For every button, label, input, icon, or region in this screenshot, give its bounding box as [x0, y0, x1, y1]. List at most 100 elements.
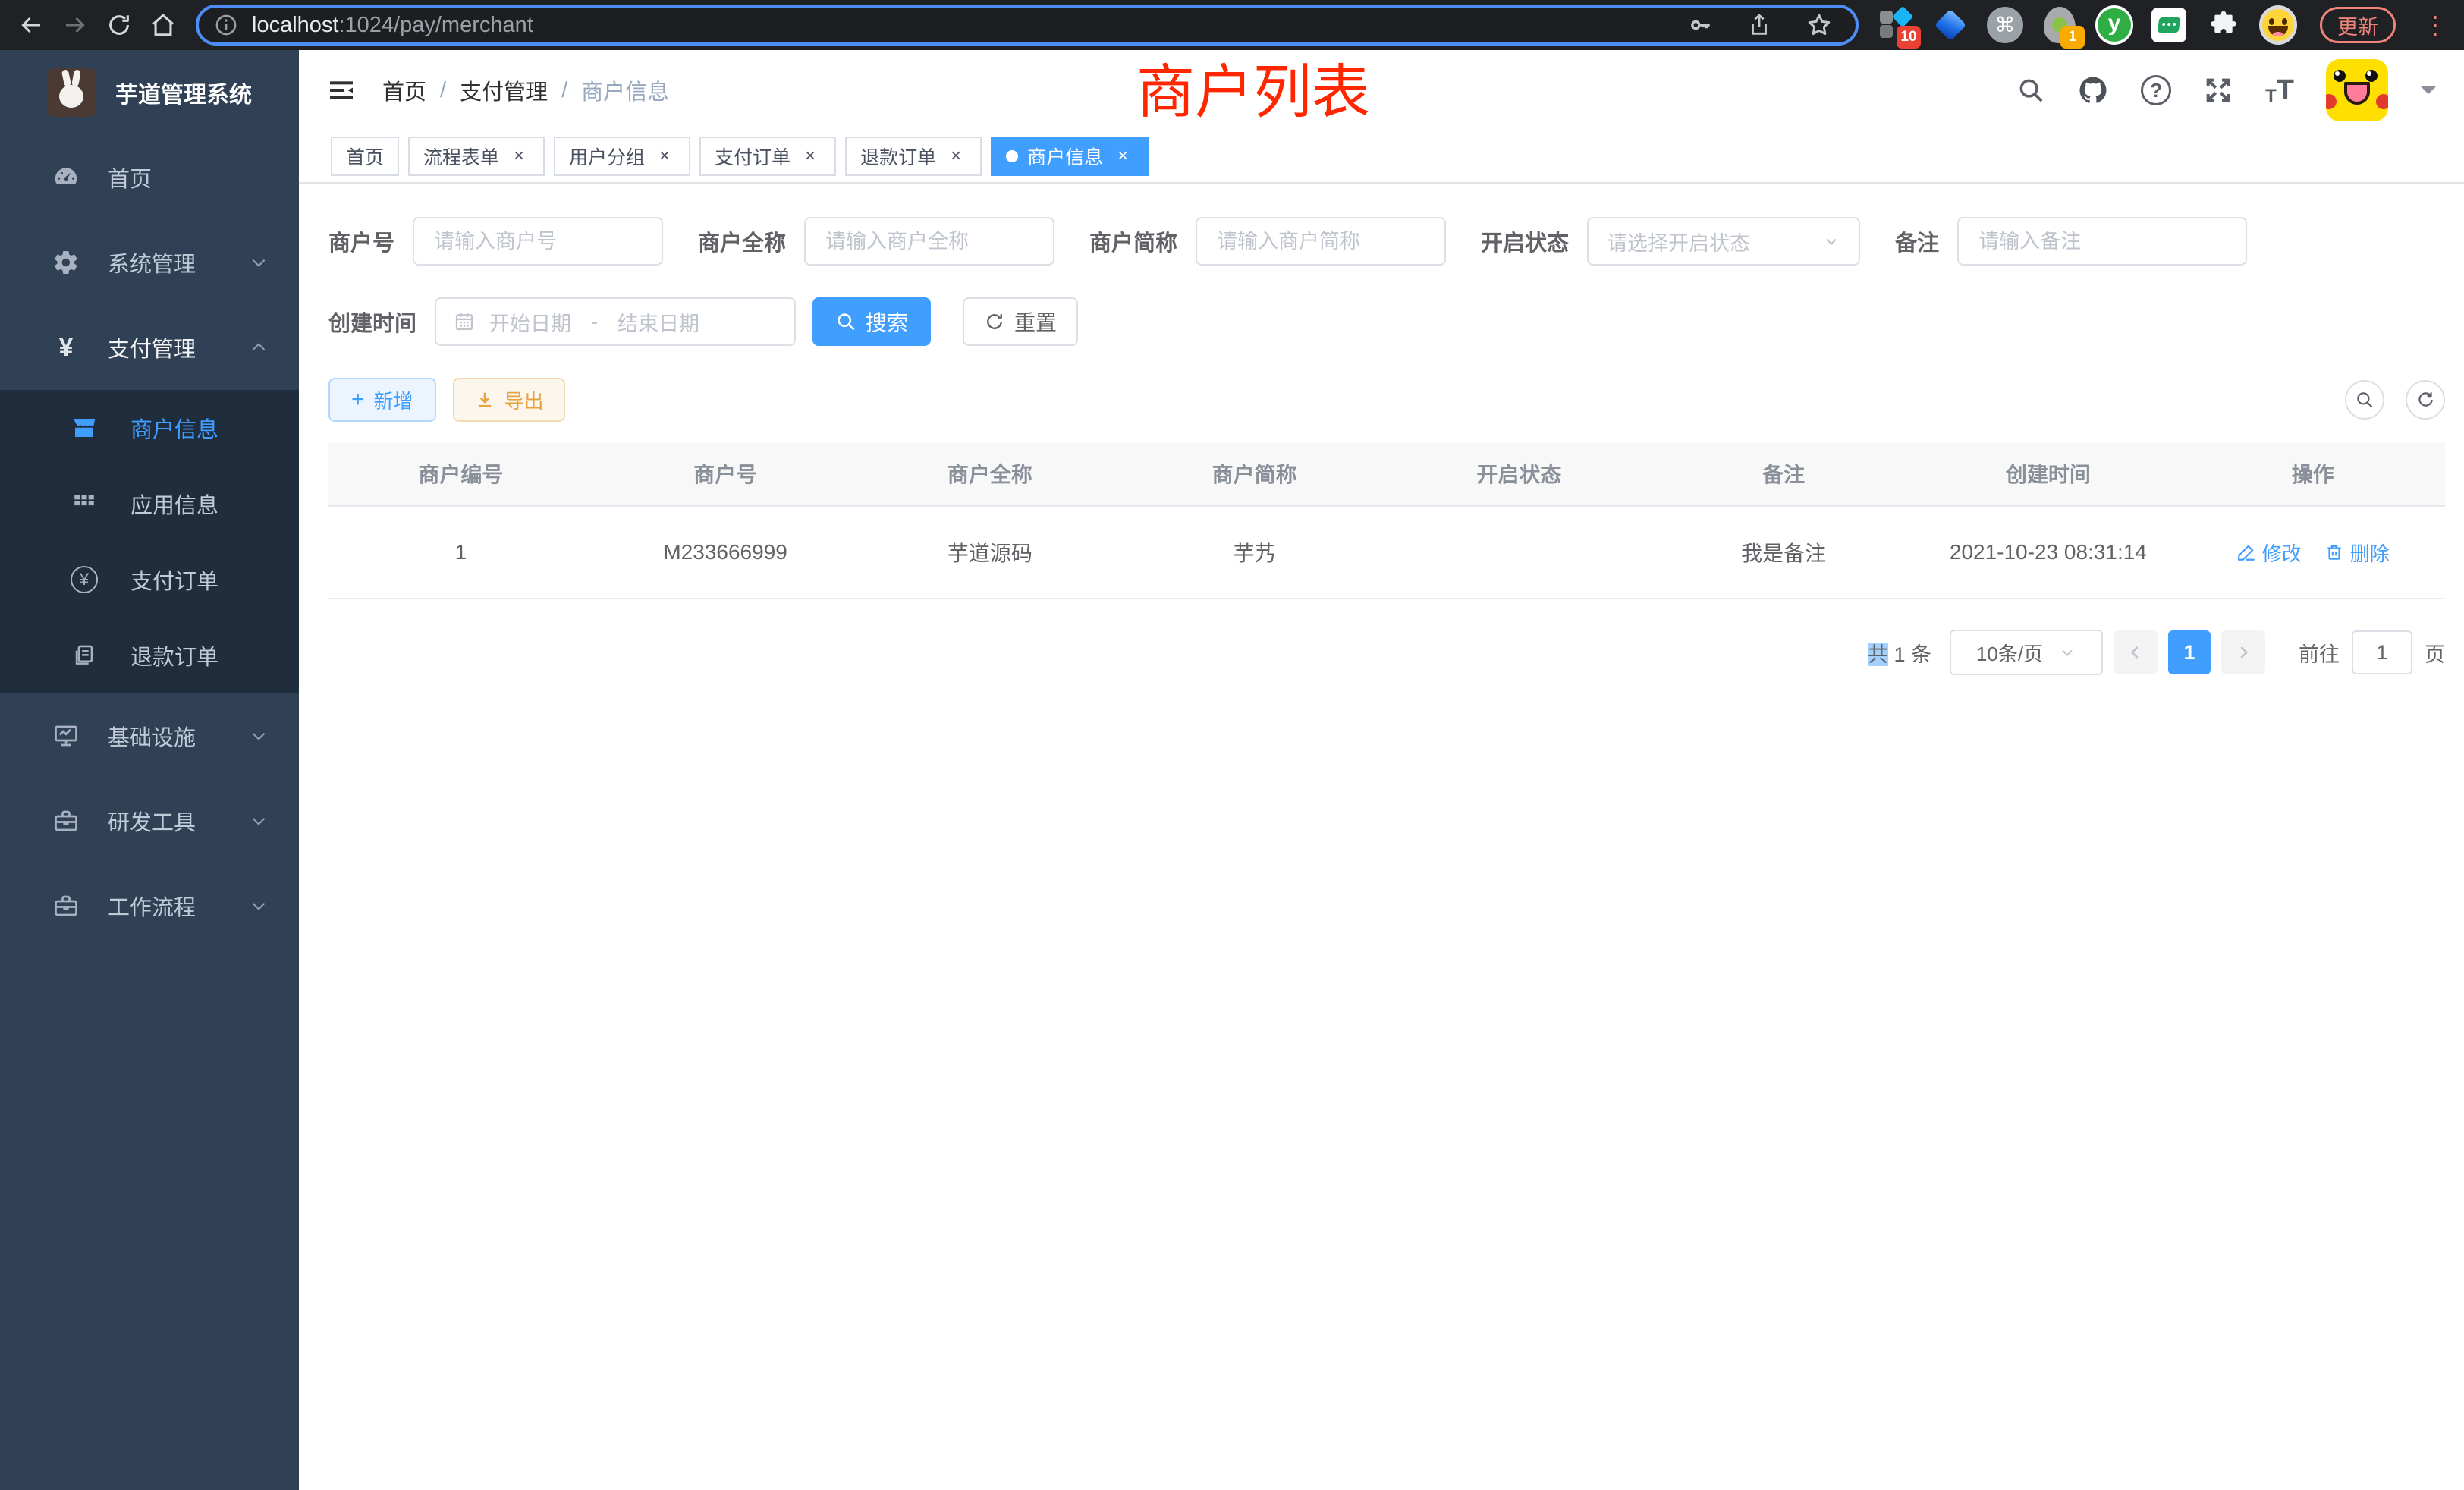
full-name-label: 商户全称 [698, 225, 786, 257]
sidebar-item-dev-tools[interactable]: 研发工具 [0, 778, 299, 863]
fullscreen-icon[interactable] [2203, 75, 2233, 105]
chevron-up-icon [249, 338, 269, 357]
sidebar-item-system[interactable]: 系统管理 [0, 220, 299, 305]
create-time-range-picker[interactable]: 开始日期 - 结束日期 [435, 297, 796, 346]
prev-page-button[interactable] [2114, 630, 2158, 674]
tab-process-form[interactable]: 流程表单 × [408, 137, 545, 176]
tab-refund-order[interactable]: 退款订单 × [845, 137, 982, 176]
close-icon[interactable]: × [945, 146, 966, 167]
header-search-icon[interactable] [2016, 76, 2045, 105]
sidebar-item-merchant-info[interactable]: 商户信息 [0, 390, 299, 466]
sidebar-item-pay-order[interactable]: ¥ 支付订单 [0, 542, 299, 618]
extension-badge: 1 [2060, 26, 2085, 49]
page-size-select[interactable]: 10条/页 [1950, 630, 2103, 675]
reset-button[interactable]: 重置 [963, 297, 1078, 346]
tab-home[interactable]: 首页 [331, 137, 399, 176]
next-page-button[interactable] [2221, 630, 2265, 674]
browser-profile-avatar[interactable] [2259, 6, 2297, 44]
extensions-area: 10 ⌘ 1 y 更新 ⋮ [1869, 6, 2455, 44]
table-row: 1 M233666999 芋道源码 芋艿 我是备注 2021-10-23 08:… [328, 507, 2445, 599]
documents-icon [67, 643, 102, 668]
close-icon[interactable]: × [1112, 146, 1133, 167]
browser-reload-button[interactable] [97, 3, 141, 47]
extension-widgets-icon[interactable]: 10 [1877, 6, 1915, 44]
browser-home-button[interactable] [141, 3, 185, 47]
table-header-row: 商户编号 商户号 商户全称 商户简称 开启状态 备注 创建时间 操作 [328, 442, 2445, 507]
sidebar-item-infrastructure[interactable]: 基础设施 [0, 693, 299, 778]
export-button[interactable]: 导出 [453, 378, 565, 422]
avatar-dropdown-caret[interactable] [2420, 86, 2437, 102]
logo-image [47, 68, 96, 117]
password-key-icon[interactable] [1687, 12, 1713, 38]
sidebar-collapse-button[interactable] [326, 75, 357, 105]
extension-yuque-icon[interactable]: y [2095, 6, 2133, 44]
home-icon [150, 12, 176, 38]
extension-blob-icon[interactable]: 1 [2041, 6, 2079, 44]
user-avatar[interactable] [2326, 59, 2388, 121]
tab-user-group[interactable]: 用户分组 × [554, 137, 690, 176]
sidebar-item-payment[interactable]: ¥ 支付管理 [0, 305, 299, 390]
cell-merchant-no: M233666999 [593, 540, 858, 564]
chevron-down-icon [2058, 643, 2076, 662]
back-arrow-icon [17, 11, 45, 39]
close-icon[interactable]: × [508, 146, 530, 167]
extension-command-icon[interactable]: ⌘ [1986, 6, 2024, 44]
share-icon[interactable] [1746, 12, 1772, 38]
browser-toolbar: localhost:1024/pay/merchant 10 ⌘ 1 y [0, 0, 2464, 50]
sidebar-item-refund-order[interactable]: 退款订单 [0, 618, 299, 693]
font-size-icon[interactable]: TT [2265, 74, 2294, 107]
chevron-down-icon [249, 896, 269, 916]
site-info-icon[interactable] [214, 13, 238, 37]
pagination: 共 1 条 10条/页 1 前往 页 [328, 630, 2445, 675]
sidebar-item-label: 应用信息 [130, 488, 218, 520]
chevron-down-icon [1822, 232, 1840, 250]
merchant-table: 商户编号 商户号 商户全称 商户简称 开启状态 备注 创建时间 操作 1 M23… [328, 442, 2445, 599]
bookmark-star-icon[interactable] [1806, 11, 1833, 39]
monitor-chart-icon [49, 722, 83, 750]
toggle-search-button[interactable] [2345, 380, 2384, 420]
gear-icon [49, 249, 83, 276]
edit-link[interactable]: 修改 [2236, 539, 2302, 567]
tab-merchant-info[interactable]: 商户信息 × [991, 137, 1149, 176]
remark-input[interactable] [1957, 217, 2247, 266]
close-icon[interactable]: × [654, 146, 675, 167]
browser-menu-icon[interactable]: ⋮ [2423, 11, 2447, 39]
help-icon[interactable]: ? [2141, 75, 2171, 105]
extension-gem-icon[interactable] [1931, 6, 1969, 44]
sidebar-item-workflow[interactable]: 工作流程 [0, 863, 299, 948]
merchant-no-input[interactable] [413, 217, 663, 266]
reload-icon [106, 12, 132, 38]
goto-page-input[interactable] [2352, 630, 2412, 674]
close-icon[interactable]: × [800, 146, 821, 167]
start-date-placeholder: 开始日期 [489, 307, 571, 337]
refresh-icon [984, 311, 1005, 332]
extensions-puzzle-icon[interactable] [2205, 6, 2242, 44]
calendar-icon [453, 310, 476, 333]
browser-update-button[interactable]: 更新 [2320, 7, 2396, 43]
trash-icon [2324, 542, 2344, 562]
github-icon[interactable] [2077, 74, 2109, 106]
short-name-input[interactable] [1196, 217, 1446, 266]
browser-forward-button[interactable] [53, 3, 97, 47]
search-button[interactable]: 搜索 [812, 297, 931, 346]
status-select[interactable]: 请选择开启状态 [1587, 217, 1860, 266]
sidebar-item-home[interactable]: 首页 [0, 135, 299, 220]
delete-link[interactable]: 删除 [2324, 539, 2390, 567]
add-button[interactable]: + 新增 [328, 378, 436, 422]
breadcrumb-section[interactable]: 支付管理 [460, 74, 548, 106]
extension-chat-icon[interactable] [2150, 6, 2188, 44]
app-logo[interactable]: 芋道管理系统 [0, 50, 299, 135]
goto-label: 前往 [2299, 638, 2340, 668]
breadcrumb-current: 商户信息 [581, 74, 669, 106]
extension-badge: 10 [1897, 26, 1921, 49]
sidebar-item-app-info[interactable]: 应用信息 [0, 466, 299, 542]
grid-icon [67, 491, 102, 517]
browser-back-button[interactable] [9, 3, 53, 47]
refresh-table-button[interactable] [2406, 380, 2445, 420]
address-bar[interactable]: localhost:1024/pay/merchant [196, 5, 1859, 46]
briefcase-icon [49, 892, 83, 919]
page-number-button[interactable]: 1 [2168, 630, 2211, 674]
full-name-input[interactable] [804, 217, 1054, 266]
breadcrumb-home[interactable]: 首页 [382, 74, 426, 106]
tab-pay-order[interactable]: 支付订单 × [699, 137, 836, 176]
